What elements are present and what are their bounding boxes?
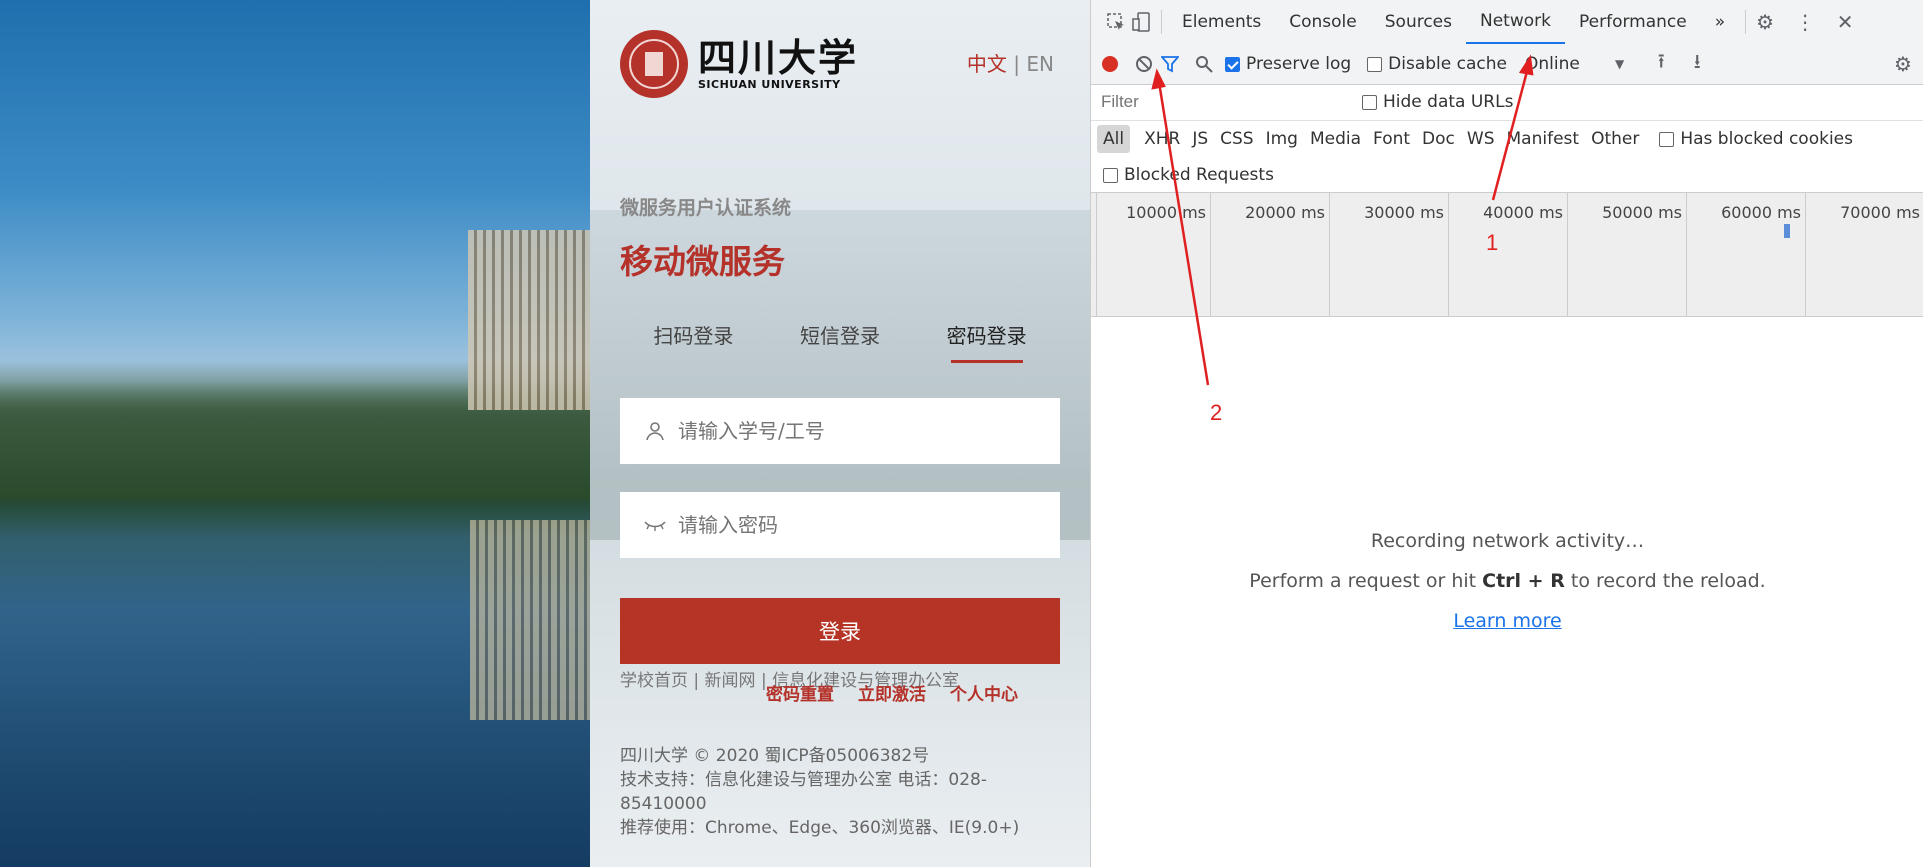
devtools-panel: Elements Console Sources Network Perform… (1090, 0, 1923, 867)
username-field[interactable] (620, 398, 1060, 464)
language-switcher: 中文 | EN (967, 48, 1054, 77)
logo-chinese-name: 四川大学 (698, 34, 859, 80)
checkbox-checked-icon[interactable] (1225, 56, 1240, 72)
has-blocked-cookies-checkbox[interactable]: Has blocked cookies (1659, 129, 1853, 149)
checkbox-icon[interactable] (1367, 56, 1383, 72)
library-building (468, 230, 590, 410)
lang-chinese[interactable]: 中文 (967, 52, 1007, 76)
tab-sources[interactable]: Sources (1371, 0, 1466, 44)
close-devtools-icon[interactable]: ✕ (1832, 9, 1858, 35)
filter-input[interactable] (1097, 89, 1342, 115)
blocked-requests-label: Blocked Requests (1124, 165, 1274, 185)
learn-more-link[interactable]: Learn more (1091, 610, 1923, 632)
timeline-request-marker (1784, 224, 1790, 238)
checkbox-icon[interactable] (1659, 131, 1675, 147)
password-field[interactable] (620, 492, 1060, 558)
clear-icon[interactable] (1131, 51, 1157, 77)
footer-support: 技术支持：信息化建设与管理办公室 电话：028-85410000 (620, 770, 987, 814)
timeline-tick: 10000 ms (1096, 193, 1210, 316)
university-seal-icon (620, 30, 688, 98)
timeline-tick: 30000 ms (1329, 193, 1448, 316)
timeline-tick: 20000 ms (1210, 193, 1329, 316)
filter-js[interactable]: JS (1186, 129, 1214, 149)
more-tabs-icon[interactable]: » (1701, 0, 1739, 44)
university-logo[interactable]: 四川大学 SICHUAN UNIVERSITY (620, 30, 858, 98)
footer-browsers: 推荐使用：Chrome、Edge、360浏览器、IE(9.0+) (620, 818, 1020, 838)
login-tabs: 扫码登录 短信登录 密码登录 (620, 320, 1060, 363)
tab-qr-login[interactable]: 扫码登录 (653, 320, 733, 357)
filter-css[interactable]: CSS (1214, 129, 1259, 149)
blocked-requests-checkbox[interactable]: Blocked Requests (1103, 165, 1274, 185)
background-photo (0, 0, 590, 867)
hide-data-urls-checkbox[interactable]: Hide data URLs (1362, 92, 1513, 112)
user-icon (644, 420, 666, 442)
filter-font[interactable]: Font (1367, 129, 1416, 149)
filter-manifest[interactable]: Manifest (1501, 129, 1586, 149)
filter-xhr[interactable]: XHR (1138, 129, 1186, 149)
building-reflection (470, 520, 590, 720)
has-blocked-cookies-label: Has blocked cookies (1680, 129, 1853, 149)
personal-center-link[interactable]: 个人中心 (950, 680, 1018, 705)
system-subtitle: 微服务用户认证系统 (620, 197, 792, 219)
timeline-tick: 50000 ms (1567, 193, 1686, 316)
filter-icon[interactable] (1157, 51, 1183, 77)
resource-type-filters: All XHR JS CSS Img Media Font Doc WS Man… (1091, 120, 1923, 158)
network-toolbar: Preserve log Disable cache Online ▼ ⭱ ⭳ … (1091, 44, 1923, 85)
page-footer: 四川大学 © 2020 蜀ICP备05006382号 技术支持：信息化建设与管理… (620, 744, 1040, 840)
timeline-tick: 70000 ms (1805, 193, 1923, 316)
logo-english-name: SICHUAN UNIVERSITY (698, 77, 841, 91)
record-icon[interactable] (1097, 51, 1123, 77)
filter-ws[interactable]: WS (1461, 129, 1501, 149)
search-icon[interactable] (1191, 51, 1217, 77)
lang-separator: | (1013, 52, 1021, 76)
activate-link[interactable]: 立即激活 (858, 680, 926, 705)
tab-elements[interactable]: Elements (1168, 0, 1275, 44)
tab-performance[interactable]: Performance (1565, 0, 1701, 44)
export-har-icon[interactable]: ⭳ (1684, 49, 1710, 77)
login-button[interactable]: 登录 (620, 598, 1060, 664)
checkbox-icon[interactable] (1103, 167, 1118, 183)
tab-network[interactable]: Network (1466, 0, 1565, 44)
tab-sms-login[interactable]: 短信登录 (800, 320, 880, 357)
empty-state: Recording network activity… Perform a re… (1091, 530, 1923, 632)
filter-img[interactable]: Img (1260, 129, 1304, 149)
disable-cache-checkbox[interactable]: Disable cache (1367, 54, 1507, 74)
inspect-element-icon[interactable] (1103, 9, 1129, 35)
empty-state-hint: Perform a request or hit Ctrl + R to rec… (1249, 570, 1766, 592)
settings-gear-icon[interactable]: ⚙ (1752, 9, 1778, 35)
preserve-log-label: Preserve log (1246, 54, 1352, 74)
login-panel: 四川大学 SICHUAN UNIVERSITY 中文 | EN 微服务用户认证系… (590, 0, 1090, 867)
filter-doc[interactable]: Doc (1416, 129, 1461, 149)
username-input[interactable] (676, 418, 1040, 444)
filter-all[interactable]: All (1097, 125, 1131, 153)
dropdown-arrow-icon[interactable]: ▼ (1615, 57, 1624, 71)
password-input[interactable] (676, 512, 1040, 538)
tab-console[interactable]: Console (1275, 0, 1371, 44)
checkbox-icon[interactable] (1362, 94, 1377, 110)
empty-state-title: Recording network activity… (1370, 530, 1645, 552)
eye-closed-icon[interactable] (644, 514, 666, 536)
hide-data-urls-label: Hide data URLs (1383, 92, 1514, 112)
blocked-requests-row: Blocked Requests (1091, 158, 1923, 193)
devtools-tabbar: Elements Console Sources Network Perform… (1091, 0, 1923, 45)
lang-english[interactable]: EN (1026, 52, 1054, 76)
tab-password-login[interactable]: 密码登录 (947, 320, 1027, 363)
network-timeline-overview[interactable]: 10000 ms 20000 ms 30000 ms 40000 ms 5000… (1091, 193, 1923, 317)
page-title: 移动微服务 (620, 242, 785, 281)
password-reset-link[interactable]: 密码重置 (766, 680, 834, 705)
network-settings-icon[interactable]: ⚙ (1890, 51, 1916, 77)
timeline-tick: 60000 ms (1686, 193, 1805, 316)
throttle-select[interactable]: Online (1525, 54, 1615, 74)
filter-other[interactable]: Other (1585, 129, 1645, 149)
filter-row: Hide data URLs (1091, 84, 1923, 121)
footer-copyright: 四川大学 © 2020 蜀ICP备05006382号 (620, 746, 930, 766)
disable-cache-label: Disable cache (1388, 54, 1507, 74)
account-links: 密码重置 立即激活 个人中心 (766, 680, 1018, 705)
filter-media[interactable]: Media (1304, 129, 1367, 149)
device-toolbar-icon[interactable] (1129, 9, 1155, 35)
import-har-icon[interactable]: ⭱ (1648, 49, 1674, 77)
preserve-log-checkbox[interactable]: Preserve log (1225, 54, 1351, 74)
more-options-icon[interactable]: ⋮ (1792, 9, 1818, 35)
timeline-tick: 40000 ms (1448, 193, 1567, 316)
